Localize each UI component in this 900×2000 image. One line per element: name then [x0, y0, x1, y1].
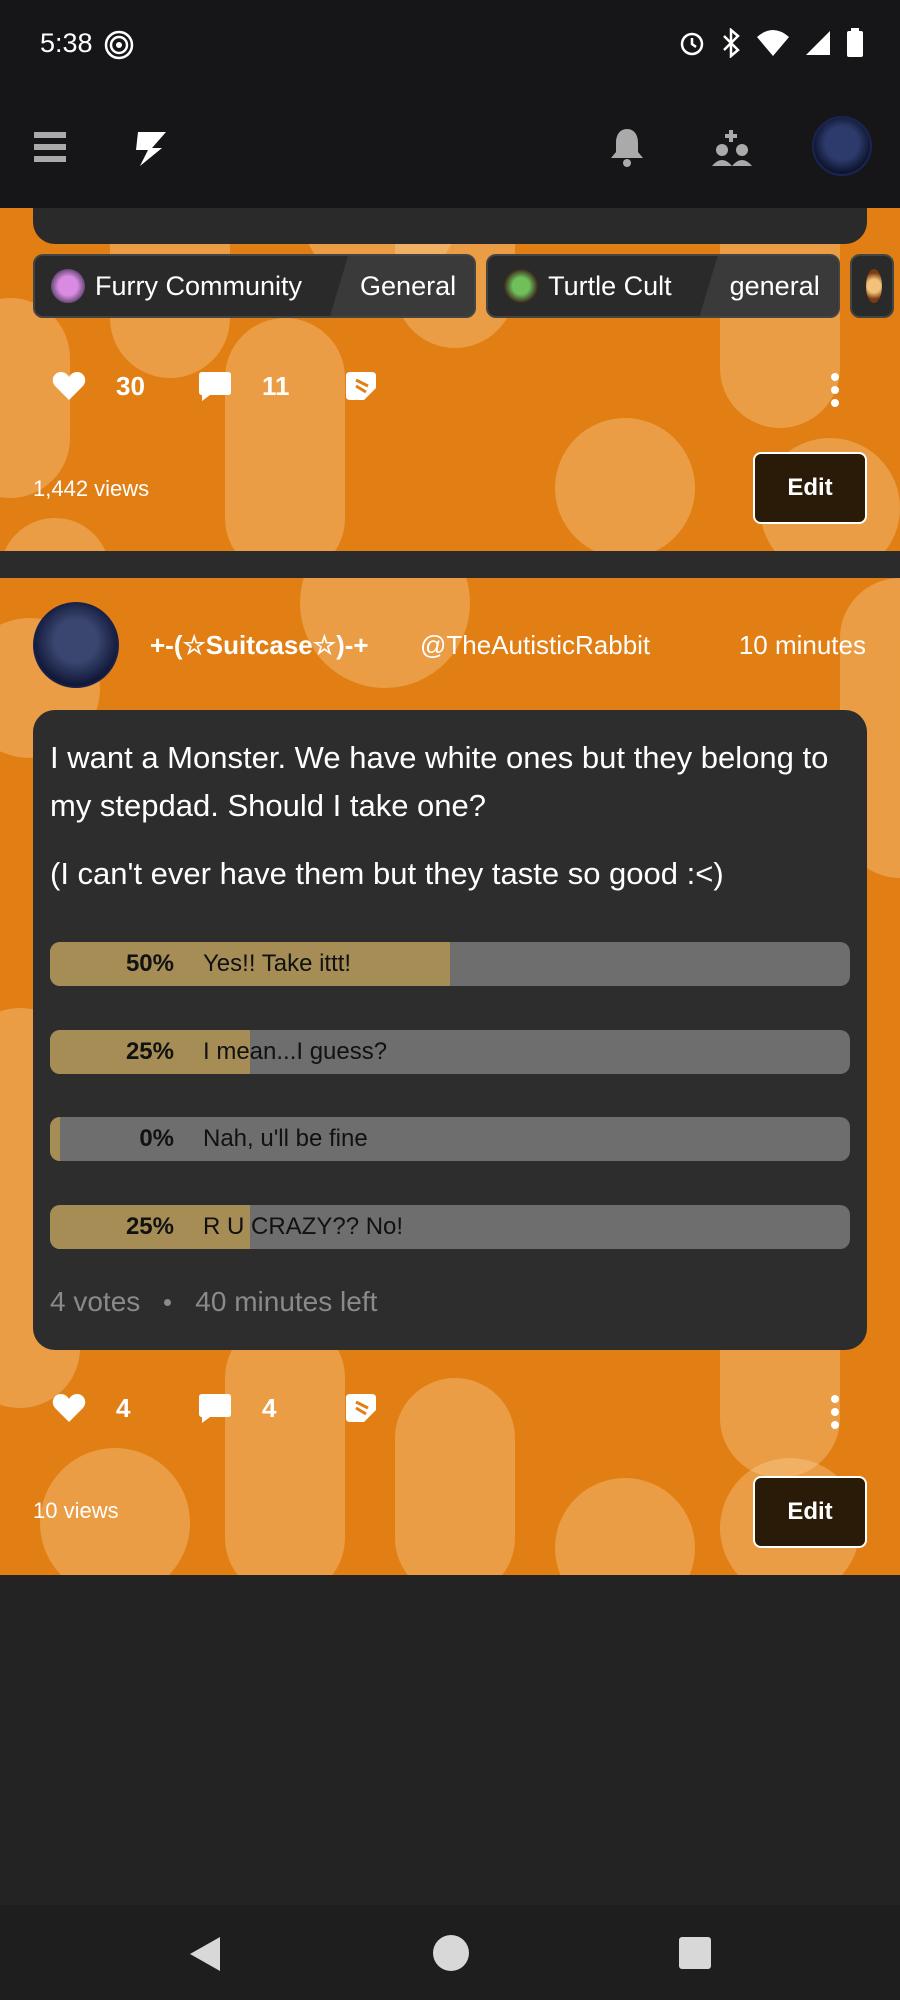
comment-icon[interactable] — [198, 370, 232, 402]
poll-meta: 4 votes 40 minutes left — [50, 1286, 377, 1318]
poll-label: Nah, u'll be fine — [203, 1125, 368, 1152]
poll-label: Yes!! Take ittt! — [203, 950, 352, 977]
poll-option[interactable]: 25% R U CRAZY?? No! — [50, 1205, 850, 1249]
share-icon[interactable] — [344, 1392, 378, 1424]
post-actions: 4 4 — [52, 1392, 378, 1424]
post-card: I want a Monster. We have white ones but… — [33, 710, 867, 1350]
tag-more[interactable] — [849, 254, 894, 318]
like-count: 30 — [116, 370, 145, 401]
community-icon — [51, 269, 85, 303]
poll-percent: 50% — [125, 950, 174, 977]
post-card-bottom — [33, 208, 867, 244]
like-count: 4 — [116, 1392, 131, 1423]
system-nav-bar — [0, 1905, 900, 2000]
tag-turtle-cult[interactable]: Turtle Cult general — [486, 254, 840, 318]
poll-option[interactable]: 0% Nah, u'll be fine — [50, 1117, 850, 1161]
tag-name: Furry Community — [95, 270, 303, 301]
post-timestamp: 10 minutes — [738, 630, 866, 660]
status-time: 5:38 — [40, 28, 93, 58]
heart-icon[interactable] — [52, 1392, 86, 1424]
view-count: 10 views — [33, 1498, 119, 1523]
poll-label: R U CRAZY?? No! — [203, 1213, 404, 1240]
signal-icon — [806, 31, 830, 55]
home-icon[interactable] — [433, 1935, 469, 1971]
back-icon[interactable] — [188, 1935, 222, 1973]
vote-count: 4 votes — [50, 1286, 141, 1317]
edit-button[interactable]: Edit — [753, 1476, 867, 1548]
time-left: 40 minutes left — [195, 1286, 378, 1317]
bolt-logo-icon[interactable] — [130, 126, 174, 170]
community-icon — [504, 269, 539, 303]
post-separator — [0, 551, 900, 578]
more-icon[interactable] — [830, 372, 840, 408]
poll-label: I mean...I guess? — [203, 1038, 388, 1065]
author-display-name[interactable]: +-(☆Suitcase☆)-+ — [150, 630, 369, 661]
heart-icon[interactable] — [52, 370, 86, 402]
alarm-icon — [680, 32, 704, 56]
post-1: Furry Community General Turtle Cult gene… — [0, 208, 900, 551]
bluetooth-icon — [723, 28, 740, 58]
post-text: I want a Monster. We have white ones but… — [50, 740, 829, 823]
battery-icon — [847, 28, 863, 57]
post-actions: 30 11 — [52, 370, 378, 402]
more-icon[interactable] — [830, 1394, 840, 1430]
tag-channel: general — [699, 256, 838, 316]
comment-count: 4 — [262, 1392, 277, 1423]
wifi-icon — [757, 30, 789, 56]
comment-icon[interactable] — [198, 1392, 232, 1424]
tag-name: Turtle Cult — [548, 270, 672, 301]
post-2: +-(☆Suitcase☆)-+ @TheAutisticRabbit 10 m… — [0, 578, 900, 1575]
status-bar: 5:38 — [0, 0, 900, 90]
poll-percent: 0% — [139, 1125, 174, 1152]
author-avatar[interactable] — [33, 602, 119, 688]
recents-icon[interactable] — [679, 1937, 711, 1969]
poll-percent: 25% — [125, 1038, 174, 1065]
separator-dot — [164, 1298, 172, 1306]
profile-avatar[interactable] — [812, 116, 872, 176]
community-tags: Furry Community General Turtle Cult gene… — [33, 254, 894, 318]
poll-percent: 25% — [125, 1213, 174, 1240]
tag-furry-community[interactable]: Furry Community General — [33, 254, 477, 318]
view-count: 1,442 views — [33, 476, 150, 501]
comment-count: 11 — [262, 370, 290, 401]
status-icons — [678, 28, 864, 58]
poll-option[interactable]: 25% I mean...I guess? — [50, 1030, 850, 1074]
edit-button[interactable]: Edit — [753, 452, 867, 524]
record-icon — [104, 30, 134, 60]
poll-option[interactable]: 50% Yes!! Take ittt! — [50, 942, 850, 986]
tag-channel: General — [330, 256, 475, 316]
community-icon — [865, 269, 882, 303]
author-handle[interactable]: @TheAutisticRabbit — [420, 630, 650, 661]
app-header — [0, 90, 900, 208]
share-icon[interactable] — [344, 370, 378, 402]
people-icon[interactable] — [710, 130, 754, 170]
menu-icon[interactable] — [34, 132, 70, 162]
post-text-2: (I can't ever have them but they taste s… — [50, 856, 724, 891]
bell-icon[interactable] — [608, 126, 646, 168]
